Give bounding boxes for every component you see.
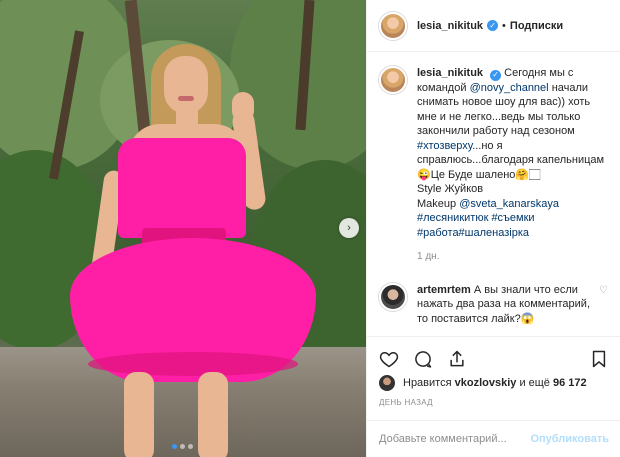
comments-section: lesia_nikituk ✓ Сегодня мы с командой @n… — [367, 52, 620, 326]
comment-bubble-icon[interactable] — [411, 347, 435, 371]
liker-avatar[interactable] — [379, 375, 395, 391]
left-leg — [124, 372, 154, 457]
hashtag-link[interactable]: #лесяникитюк #съемки — [417, 211, 607, 226]
face — [164, 56, 208, 114]
right-leg — [198, 372, 228, 457]
post-actions-bar — [367, 336, 620, 380]
following-button[interactable]: Подписки — [510, 20, 563, 32]
comment-item: artemrtem А вы знали что если нажать два… — [379, 282, 608, 327]
likes-summary: Нравится vkozlovskiy и ещё 96 172 — [379, 375, 587, 391]
carousel-dot — [172, 444, 177, 449]
posted-time[interactable]: ДЕНЬ НАЗАД — [379, 398, 433, 407]
dress-bodice — [118, 138, 246, 238]
verified-badge-icon: ✓ — [487, 20, 499, 31]
right-hand — [232, 92, 254, 122]
post-caption: lesia_nikituk ✓ Сегодня мы с командой @n… — [379, 66, 608, 265]
caption-text-part: Сегодня мы с — [504, 67, 574, 79]
author-username[interactable]: lesia_nikituk — [417, 20, 483, 32]
likes-middle: и ещё — [519, 377, 550, 389]
caption-timestamp[interactable]: 1 дн. — [417, 250, 607, 265]
hashtag-link[interactable]: #работа#шаленазірка — [417, 226, 607, 241]
share-icon[interactable] — [445, 347, 469, 371]
post-photo[interactable]: › — [0, 0, 366, 457]
caption-username[interactable]: lesia_nikituk — [417, 67, 483, 79]
hashtag-link[interactable]: #хтозверху — [417, 140, 472, 152]
post-header: lesia_nikituk ✓ • Подписки — [367, 0, 620, 52]
carousel-dot — [180, 444, 185, 449]
likes-count[interactable]: 96 172 — [553, 377, 587, 389]
lips — [178, 96, 194, 101]
commenter-avatar[interactable] — [379, 282, 407, 311]
liker-username[interactable]: vkozlovskiy — [455, 377, 517, 389]
caption-text-part: командой — [417, 81, 467, 94]
verified-badge-icon: ✓ — [490, 69, 502, 81]
author-avatar[interactable] — [379, 11, 407, 40]
carousel-next-button[interactable]: › — [339, 218, 359, 238]
header-separator: • — [502, 19, 506, 32]
caption-text-part: 😜Це Буде шалено🤗🏻 — [417, 168, 541, 181]
post-side-panel: lesia_nikituk ✓ • Подписки lesia_nikituk… — [366, 0, 620, 457]
carousel-dots — [172, 444, 193, 449]
caption-text-part: Makeup — [417, 197, 457, 210]
caption-text: lesia_nikituk ✓ Сегодня мы с командой @n… — [417, 66, 607, 265]
commenter-username[interactable]: artemrtem — [417, 284, 471, 296]
add-comment-form: Опубликовать — [367, 420, 620, 457]
comment-input[interactable] — [379, 433, 531, 445]
bookmark-icon[interactable] — [587, 347, 611, 371]
comment-like-heart-icon[interactable]: ♡ — [599, 285, 608, 296]
mention-link[interactable]: @sveta_kanarskaya — [459, 198, 559, 210]
caption-author-avatar[interactable] — [379, 66, 407, 94]
chevron-right-icon: › — [347, 222, 351, 234]
carousel-dot — [188, 444, 193, 449]
dress-skirt-hem — [88, 352, 298, 376]
likes-prefix: Нравится — [403, 377, 452, 389]
publish-button[interactable]: Опубликовать — [530, 433, 609, 445]
comment-text: artemrtem А вы знали что если нажать два… — [417, 283, 595, 327]
like-heart-icon[interactable] — [377, 347, 401, 371]
mention-link[interactable]: @novy_channel — [470, 82, 549, 94]
caption-text-part: Style Жуйков — [417, 183, 484, 196]
